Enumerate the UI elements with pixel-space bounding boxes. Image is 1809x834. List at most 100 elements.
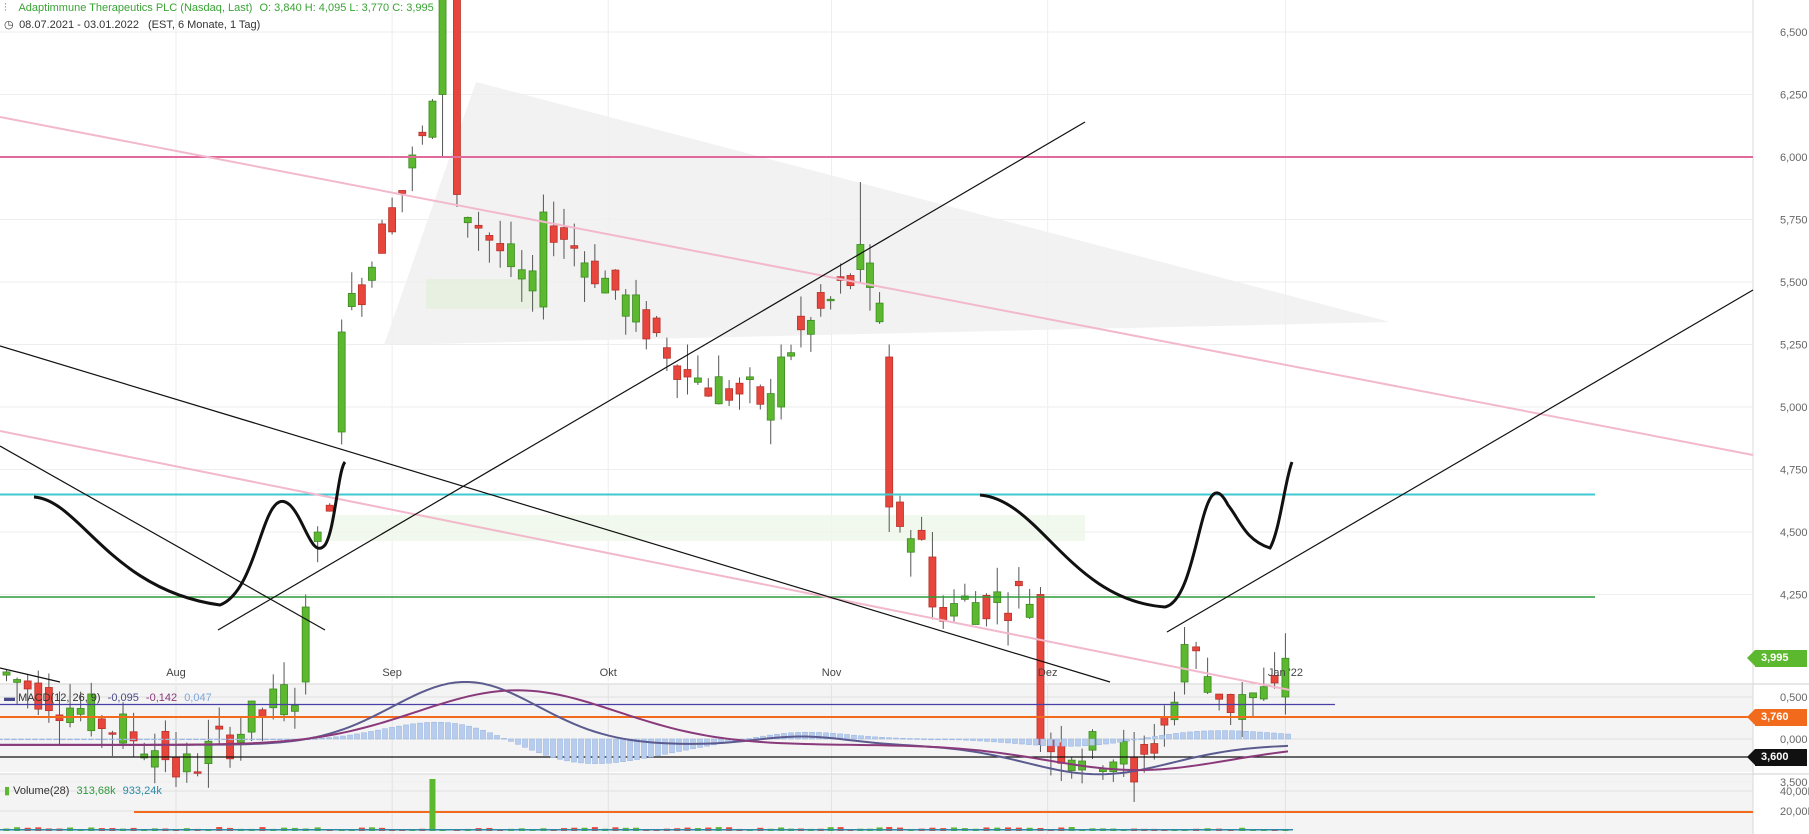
macd-histogram-bar — [326, 737, 332, 740]
macd-histogram-bar — [200, 738, 206, 741]
candle-up — [826, 298, 835, 302]
macd-histogram-bar — [354, 733, 360, 740]
macd-histogram-bar — [102, 738, 108, 741]
macd-histogram-bar — [25, 738, 31, 741]
macd-histogram-bar — [74, 738, 80, 741]
macd-tick-label: 0,000 — [1780, 734, 1808, 746]
candle-up — [766, 393, 775, 421]
macd-histogram-bar — [158, 738, 164, 741]
macd-histogram-bar — [193, 738, 199, 741]
macd-histogram-bar — [543, 738, 549, 756]
macd-histogram-bar — [900, 738, 906, 740]
macd-histogram-bar — [389, 727, 395, 740]
price-tick-label: 6,250 — [1780, 90, 1808, 102]
candle-down — [23, 680, 32, 690]
macd-histogram-bar — [746, 738, 752, 740]
candle-down — [485, 235, 494, 241]
candle-up — [507, 243, 515, 268]
macd-histogram-bar — [1257, 731, 1263, 740]
candle-up — [76, 708, 85, 715]
candle-down — [735, 382, 744, 395]
macd-value-2: -0,142 — [145, 692, 178, 704]
chart-header: ⫶ Adaptimmune Therapeutics PLC (Nasdaq, … — [4, 2, 434, 15]
macd-histogram-bar — [599, 738, 605, 764]
candle-up — [66, 707, 74, 723]
candle-up — [580, 262, 589, 278]
volume-value-2: 933,24k — [122, 785, 162, 797]
macd-histogram-bar — [536, 738, 542, 754]
candle-up — [2, 671, 11, 676]
macd-histogram-bar — [893, 737, 899, 740]
candle-up — [368, 266, 376, 281]
volume-bar — [429, 779, 436, 831]
candle-down — [398, 190, 407, 194]
candle-down — [325, 504, 334, 512]
macd-histogram-bar — [466, 725, 472, 740]
macd-histogram-bar — [487, 732, 493, 740]
macd-tick-label: 0,500 — [1780, 692, 1808, 704]
macd-histogram-bar — [11, 738, 17, 741]
macd-histogram-bar — [550, 738, 556, 758]
candle-up — [746, 376, 754, 380]
macd-histogram-bar — [858, 735, 864, 740]
time-axis-label: Aug — [166, 667, 186, 679]
candle-up — [1203, 676, 1212, 693]
macd-histogram-bar — [88, 738, 94, 741]
macd-histogram-bar — [1033, 738, 1039, 746]
macd-histogram-bar — [242, 738, 248, 741]
volume-panel — [0, 775, 1753, 834]
time-axis-label: Jan '22 — [1268, 667, 1303, 679]
candle-up — [787, 352, 795, 357]
candle-up — [601, 277, 610, 294]
macd-histogram-bar — [1222, 730, 1228, 740]
macd-histogram-bar — [1131, 738, 1137, 741]
candle-down — [1226, 693, 1235, 714]
macd-histogram-bar — [928, 738, 934, 741]
macd-histogram-bar — [613, 738, 619, 763]
candle-down — [673, 365, 682, 380]
macd-histogram-bar — [382, 728, 388, 740]
candle-down — [917, 529, 926, 540]
macd-histogram-bar — [1103, 738, 1109, 745]
macd-histogram-bar — [1117, 738, 1123, 743]
macd-label: MACD(12, 26, 9) — [18, 692, 101, 704]
candle-up — [632, 294, 640, 323]
macd-histogram-bar — [1159, 735, 1165, 740]
price-chart[interactable]: 7,2506,8756,5006,2506,0005,7505,5005,250… — [0, 0, 1809, 834]
macd-histogram-bar — [67, 738, 73, 741]
macd-histogram-bar — [137, 738, 143, 741]
candle-up — [528, 270, 537, 292]
candle-down — [172, 756, 180, 778]
candle-down — [816, 292, 825, 309]
candle-down — [1160, 716, 1169, 726]
macd-histogram-bar — [627, 738, 633, 761]
macd-histogram-bar — [1187, 731, 1193, 740]
macd-histogram-bar — [144, 738, 150, 741]
macd-histogram-bar — [1047, 738, 1053, 747]
macd-histogram-bar — [1285, 733, 1291, 740]
macd-histogram-bar — [1061, 738, 1067, 747]
macd-histogram-bar — [921, 738, 927, 740]
macd-histogram-bar — [396, 725, 402, 740]
macd-histogram-bar — [977, 738, 983, 742]
price-tag-level-orange: 3,760 — [1747, 708, 1807, 726]
candle-up — [236, 733, 245, 743]
macd-histogram-bar — [1026, 738, 1032, 745]
macd-histogram-bar — [879, 737, 885, 740]
volume-label: Volume(28) — [13, 785, 70, 797]
macd-histogram-bar — [620, 738, 626, 762]
macd-histogram-bar — [935, 738, 941, 741]
clock-icon: ◷ — [4, 19, 14, 31]
macd-histogram-bar — [1054, 738, 1060, 747]
candle-up — [313, 531, 322, 542]
macd-histogram-bar — [886, 737, 892, 740]
time-axis-label: Dez — [1038, 667, 1058, 679]
macd-histogram-bar — [564, 738, 570, 762]
macd-histogram-bar — [0, 738, 3, 741]
macd-histogram-bar — [438, 722, 444, 740]
macd-histogram-bar — [676, 738, 682, 752]
macd-histogram-bar — [319, 737, 325, 740]
macd-histogram-bar — [1040, 738, 1046, 746]
candle-up — [438, 0, 447, 95]
price-tick-label: 6,000 — [1780, 152, 1808, 164]
